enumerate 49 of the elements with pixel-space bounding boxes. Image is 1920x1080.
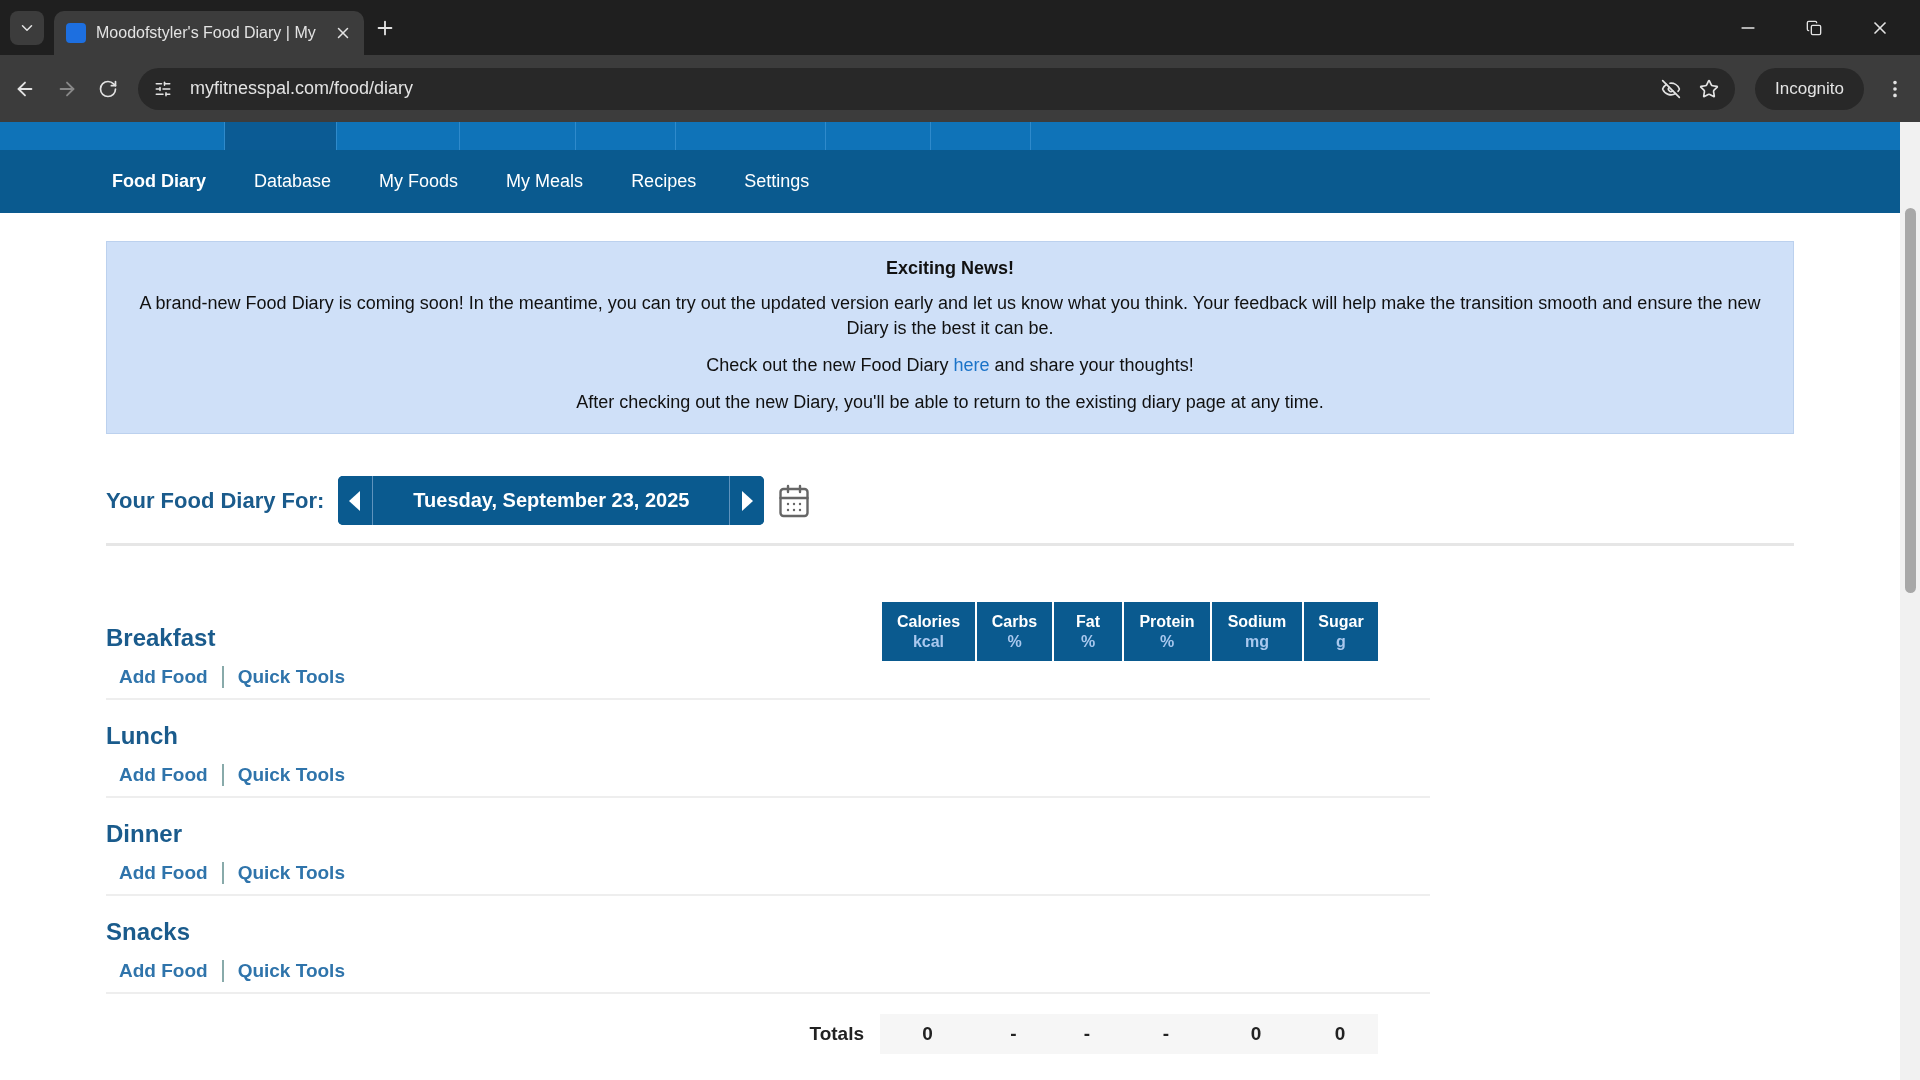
bookmark-icon[interactable] (1699, 78, 1719, 99)
total-cell: - (1052, 1014, 1122, 1054)
total-cell: 0 (1302, 1014, 1378, 1054)
banner-text: A brand-new Food Diary is coming soon! In the meantime, you can try out the updated version early and let us know what you think. Your feedback will help make the transition smooth and ensure the new Diary is the best it can be. (138, 292, 1762, 340)
total-cell: - (975, 1014, 1052, 1054)
browser-tab[interactable]: Moodofstyler's Food Diary | My (54, 11, 364, 55)
totals-label: Totals (808, 1022, 865, 1046)
meal-title: Breakfast (106, 624, 216, 652)
eye-slash-icon[interactable] (1661, 78, 1681, 99)
column-header[interactable]: Calories kcal (880, 602, 975, 661)
quick-tools-link[interactable]: Quick Tools (237, 764, 345, 786)
sub-nav-link[interactable]: Recipes (631, 171, 697, 192)
reload-icon[interactable] (98, 78, 118, 99)
column-header[interactable]: Sodium mg (1210, 602, 1302, 661)
column-header[interactable]: Fat % (1052, 602, 1122, 661)
add-food-link[interactable]: Add Food (119, 960, 208, 982)
add-food-link[interactable]: Add Food (119, 666, 208, 688)
add-food-link[interactable]: Add Food (119, 764, 208, 786)
scrollbar[interactable] (1900, 122, 1920, 1080)
meal-title: Snacks (106, 918, 191, 946)
incognito-button[interactable]: Incognito (1755, 67, 1864, 110)
quick-tools-link[interactable]: Quick Tools (237, 862, 345, 884)
quick-tools-link[interactable]: Quick Tools (237, 666, 345, 688)
quick-tools-link[interactable]: Quick Tools (237, 960, 345, 982)
restore-icon[interactable] (1806, 19, 1822, 36)
column-header[interactable]: Sugar g (1302, 602, 1378, 661)
sub-nav-link[interactable]: My Foods (379, 171, 459, 192)
site-icon (66, 23, 86, 43)
banner-text: Check out the new Food Diary here and share your thoughts! (705, 354, 1195, 377)
total-cell: - (1122, 1014, 1210, 1054)
column-header[interactable]: Carbs % (975, 602, 1052, 661)
here-link[interactable]: here (953, 355, 990, 375)
meal-title: Lunch (106, 722, 178, 750)
address-bar[interactable]: myfitnesspal.com/food/diary (138, 67, 1735, 110)
left-triangle-icon (349, 490, 362, 511)
sub-nav-link[interactable]: Database (254, 171, 332, 192)
sub-nav-link[interactable]: Food Diary (112, 171, 206, 192)
meal-title: Dinner (106, 820, 182, 848)
total-cell: 0 (1210, 1014, 1302, 1054)
add-food-link[interactable]: Add Food (119, 862, 208, 884)
sub-nav-link[interactable]: Settings (744, 171, 810, 192)
column-header[interactable]: Protein % (1122, 602, 1210, 661)
right-triangle-icon (741, 490, 754, 511)
banner-text: After checking out the new Diary, you'll be able to return to the existing diary page at any time. (575, 391, 1325, 414)
site-settings-icon[interactable] (154, 79, 172, 98)
total-cell: 0 (880, 1014, 975, 1054)
sub-nav-link[interactable]: My Meals (506, 171, 584, 192)
date-label: Your Food Diary For: (106, 487, 325, 514)
banner-title: Exciting News! (885, 258, 1015, 279)
